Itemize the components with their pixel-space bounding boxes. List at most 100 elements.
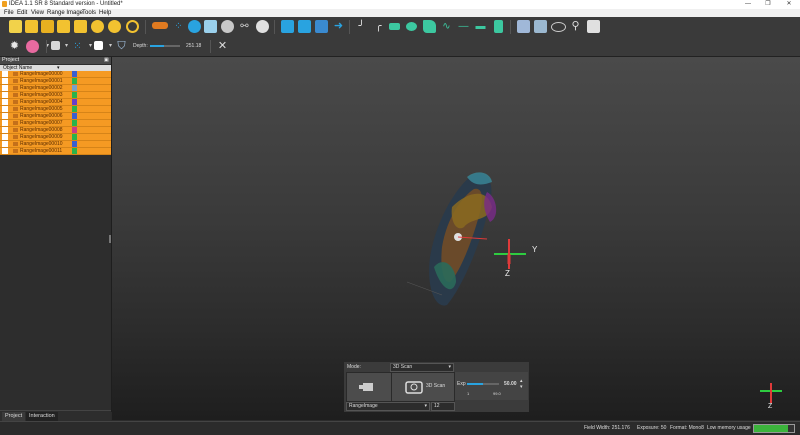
list-item[interactable]: RangeImage00004 <box>0 99 111 106</box>
visibility-checkbox[interactable] <box>2 106 8 112</box>
new-file-icon[interactable] <box>9 20 22 33</box>
project-panel: Project ▣ Object Name ▾ RangeImage00000 R… <box>0 57 112 412</box>
stack-icon[interactable] <box>315 20 328 33</box>
splitter-handle[interactable] <box>109 235 111 243</box>
color-swatch[interactable] <box>72 106 77 112</box>
color-swatch[interactable] <box>72 71 77 77</box>
color-swatch[interactable] <box>72 78 77 84</box>
polygon-icon[interactable] <box>423 20 436 33</box>
list-item[interactable]: RangeImage00003 <box>0 92 111 99</box>
color-swatch[interactable] <box>72 113 77 119</box>
list-item[interactable]: RangeImage00011 <box>0 148 111 155</box>
light-icon[interactable]: ✹ <box>8 40 21 53</box>
tab-project[interactable]: Project <box>2 412 26 421</box>
3d-scan-button[interactable]: 3D Scan <box>391 372 455 402</box>
sphere-icon[interactable] <box>256 20 269 33</box>
color-swatch[interactable] <box>72 85 77 91</box>
point-cloud[interactable] <box>406 172 497 306</box>
depth-slider[interactable] <box>150 45 180 47</box>
menu-help[interactable]: Help <box>99 10 111 16</box>
bar-icon[interactable]: ▬ <box>474 20 487 33</box>
color-swatch[interactable] <box>72 92 77 98</box>
visibility-checkbox[interactable] <box>2 71 8 77</box>
save-icon[interactable] <box>41 20 54 33</box>
visibility-checkbox[interactable] <box>2 120 8 126</box>
merge-icon[interactable] <box>221 20 234 33</box>
white-square-icon[interactable] <box>94 41 103 50</box>
list-item[interactable]: RangeImage00009 <box>0 134 111 141</box>
polyline-icon[interactable]: ∿ <box>440 20 453 33</box>
points-icon[interactable]: ⁘ <box>172 20 185 33</box>
mode-dropdown[interactable]: 3D Scan ▾ <box>390 363 454 372</box>
visibility-checkbox[interactable] <box>2 99 8 105</box>
color-swatch[interactable] <box>72 134 77 140</box>
line-icon[interactable]: — <box>457 20 470 33</box>
list-item[interactable]: RangeImage00008 <box>0 127 111 134</box>
shield-icon[interactable]: ⛉ <box>115 40 128 53</box>
tab-interaction[interactable]: Interaction <box>26 412 58 421</box>
color-swatch[interactable] <box>72 141 77 147</box>
connect-icon[interactable]: ⚯ <box>238 20 251 33</box>
power-icon[interactable] <box>126 20 139 33</box>
tools-icon[interactable]: ✕ <box>216 40 229 53</box>
copy-icon[interactable] <box>587 20 600 33</box>
redo-icon[interactable] <box>108 20 121 33</box>
rectangle-icon[interactable] <box>389 23 400 30</box>
tiles-icon[interactable] <box>298 20 311 33</box>
visibility-checkbox[interactable] <box>2 78 8 84</box>
list-item[interactable]: RangeImage00005 <box>0 106 111 113</box>
align-icon[interactable] <box>204 20 217 33</box>
arrow-right-icon[interactable]: ➜ <box>332 20 345 33</box>
layers-icon[interactable] <box>534 20 547 33</box>
visibility-checkbox[interactable] <box>2 92 8 98</box>
ellipse-icon[interactable] <box>406 22 417 31</box>
import-icon[interactable] <box>74 20 87 33</box>
menu-tools[interactable]: Tools <box>82 10 96 16</box>
minimize-button[interactable]: — <box>738 0 758 9</box>
list-item[interactable]: RangeImage00000 <box>0 71 111 78</box>
curve-icon[interactable]: ╯ <box>355 20 368 33</box>
maximize-button[interactable]: ❐ <box>758 0 778 9</box>
color-swatch[interactable] <box>72 148 77 154</box>
list-item[interactable]: RangeImage00006 <box>0 113 111 120</box>
undo-icon[interactable] <box>91 20 104 33</box>
list-item[interactable]: RangeImage00007 <box>0 120 111 127</box>
window-icon[interactable] <box>517 20 530 33</box>
scatter-icon[interactable]: ⁙ <box>71 40 84 53</box>
exposure-slider[interactable] <box>467 383 499 385</box>
split-icon[interactable] <box>494 20 503 33</box>
color-swatch[interactable] <box>72 99 77 105</box>
visibility-checkbox[interactable] <box>2 85 8 91</box>
range-number-spinner[interactable]: 12 <box>431 402 455 411</box>
panel-float-icon[interactable]: ▣ <box>104 57 109 63</box>
menu-range-image[interactable]: Range Image <box>47 10 83 16</box>
menu-edit[interactable]: Edit <box>17 10 27 16</box>
menu-file[interactable]: File <box>4 10 14 16</box>
zoom-icon[interactable]: ⚲ <box>569 20 582 33</box>
rotate-icon[interactable] <box>188 20 201 33</box>
visibility-checkbox[interactable] <box>2 134 8 140</box>
color-square-icon[interactable] <box>51 41 60 50</box>
menu-view[interactable]: View <box>31 10 44 16</box>
visibility-checkbox[interactable] <box>2 113 8 119</box>
visibility-checkbox[interactable] <box>2 141 8 147</box>
visibility-checkbox[interactable] <box>2 127 8 133</box>
close-button[interactable]: ✕ <box>779 0 799 9</box>
spinner-down-icon[interactable]: ▾ <box>520 384 523 390</box>
list-item[interactable]: RangeImage00002 <box>0 85 111 92</box>
orbit-icon[interactable] <box>551 22 566 32</box>
color-swatch[interactable] <box>72 127 77 133</box>
open-folder-icon[interactable] <box>25 20 38 33</box>
save-as-icon[interactable] <box>57 20 70 33</box>
scanner-icon[interactable] <box>152 22 168 29</box>
capture-button[interactable] <box>346 372 392 402</box>
flower-icon[interactable] <box>26 40 39 53</box>
axis-gizmo[interactable] <box>494 239 526 269</box>
list-item[interactable]: RangeImage00001 <box>0 78 111 85</box>
color-swatch[interactable] <box>72 120 77 126</box>
visibility-checkbox[interactable] <box>2 148 8 154</box>
list-item[interactable]: RangeImage00010 <box>0 141 111 148</box>
grid-icon[interactable] <box>281 20 294 33</box>
range-image-dropdown[interactable]: RangeImage ▾ <box>346 402 430 411</box>
corner-icon[interactable]: ╭ <box>372 20 385 33</box>
